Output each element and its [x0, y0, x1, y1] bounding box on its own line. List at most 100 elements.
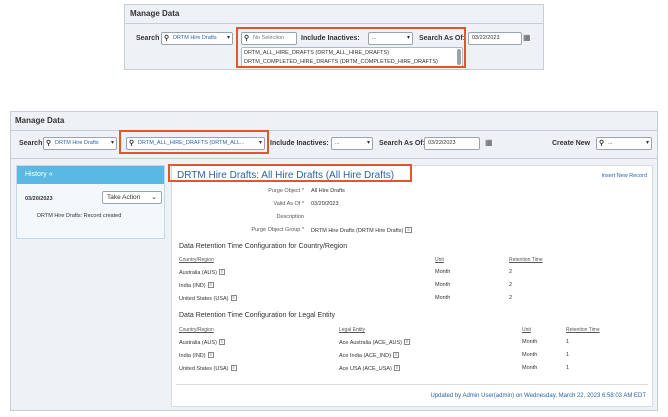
search-icon: ⚲	[164, 35, 170, 42]
divider	[176, 384, 648, 385]
include-inactives-label: Include Inactives:	[301, 35, 360, 42]
detail-icon[interactable]: ≡	[393, 365, 401, 371]
table-cell: India (IND) ≡	[179, 282, 214, 289]
table-cell: Australia (AUS) ≡	[179, 339, 226, 346]
detail-icon[interactable]: ≡	[207, 352, 214, 358]
object-search-value: No Selection	[253, 35, 285, 41]
search-label: Search	[136, 35, 160, 42]
field-label: Valid As Of *	[273, 201, 304, 207]
search-as-of-input[interactable]: 03/22/2023	[424, 137, 480, 150]
search-as-of-value: 03/22/2023	[472, 35, 500, 41]
history-record: DRTM Hire Drafts: Record created	[37, 213, 122, 219]
table-cell: Month	[522, 365, 538, 371]
page-title: Manage Data	[15, 116, 65, 125]
search-icon: ⚲	[46, 140, 52, 147]
divider	[125, 23, 543, 24]
include-inactives-select[interactable]: ... ▾	[368, 32, 413, 45]
field-value: All Hire Drafts	[311, 188, 345, 194]
table-cell: United States (USA) ≡	[179, 295, 237, 302]
history-header[interactable]: History «	[17, 166, 164, 184]
chevron-down-icon: ⌄	[151, 194, 157, 201]
table-cell: Month	[435, 269, 451, 275]
object-select[interactable]: ⚲ DRTM_ALL_HIRE_DRAFTS (DRTM_ALL... ▾	[126, 137, 265, 150]
take-action-button[interactable]: Take Action ⌄	[102, 191, 162, 204]
column-header: Country/Region	[179, 257, 214, 263]
column-header: Retention Time	[509, 257, 543, 263]
search-label: Search	[19, 140, 43, 147]
object-search-input[interactable]: ⚲ No Selection	[241, 32, 297, 45]
search-icon: ⚲	[599, 140, 605, 147]
chevron-down-icon: ▾	[226, 35, 230, 41]
chevron-down-icon: ▾	[258, 140, 262, 146]
include-inactives-value: ...	[372, 35, 377, 41]
search-as-of-label: Search As Of:	[379, 140, 426, 147]
field-label: Purge Object *	[268, 188, 304, 194]
field-label: Description	[276, 214, 304, 220]
detail-icon[interactable]: ≡	[405, 227, 412, 233]
section-title: Data Retention Time Configuration for Co…	[179, 243, 348, 250]
search-type-value: DRTM Hire Drafts	[173, 35, 217, 41]
record-detail-panel: DRTM Hire Drafts: All Hire Drafts (All H…	[171, 165, 653, 407]
search-icon: ⚲	[129, 140, 135, 147]
section-title: Data Retention Time Configuration for Le…	[179, 312, 336, 319]
top-manage-data-panel: Manage Data Search ⚲ DRTM Hire Drafts ▾ …	[124, 4, 544, 70]
table-cell: India (IND) ≡	[179, 352, 214, 359]
divider	[11, 158, 657, 159]
object-dropdown-list[interactable]: DRTM_ALL_HIRE_DRAFTS (DRTM_ALL_HIRE_DRAF…	[241, 47, 463, 67]
search-as-of-label: Search As Of:	[419, 35, 466, 42]
chevron-down-icon: ▾	[406, 35, 410, 41]
search-type-select[interactable]: ⚲ DRTM Hire Drafts ▾	[43, 137, 117, 150]
include-inactives-label: Include Inactives:	[270, 140, 329, 147]
table-cell: 1	[566, 352, 570, 358]
table-cell: 1	[566, 339, 570, 345]
main-manage-data-panel: Manage Data Search ⚲ DRTM Hire Drafts ▾ …	[10, 111, 658, 411]
table-cell: Month	[435, 282, 451, 288]
detail-icon[interactable]: ≡	[218, 269, 226, 275]
table-cell: Month	[522, 339, 538, 345]
search-as-of-input[interactable]: 03/22/2023	[468, 32, 522, 45]
create-new-value: ...	[608, 140, 613, 146]
table-cell: Australia (AUS) ≡	[179, 269, 226, 276]
last-updated-text: Updated by Admin User(admin) on Wednesda…	[430, 393, 646, 399]
take-action-label: Take Action	[107, 194, 141, 201]
search-as-of-value: 03/22/2023	[428, 140, 456, 146]
page-title: Manage Data	[130, 9, 180, 18]
dropdown-option[interactable]: DRTM_ALL_HIRE_DRAFTS (DRTM_ALL_HIRE_DRAF…	[244, 50, 389, 56]
divider	[11, 130, 657, 131]
detail-icon[interactable]: ≡	[403, 339, 411, 345]
create-new-select[interactable]: ⚲ ... ▾	[596, 137, 652, 150]
column-header: Unit	[435, 257, 444, 263]
detail-icon[interactable]: ≡	[392, 352, 400, 358]
table-cell: 2	[509, 295, 513, 301]
table-cell: Month	[522, 352, 538, 358]
table-cell: Ace USA (ACE_USA) ≡	[339, 365, 401, 372]
calendar-icon[interactable]: ▦	[485, 138, 493, 147]
dropdown-option[interactable]: DRTM_COMPLETED_HIRE_DRAFTS (DRTM_COMPLET…	[244, 59, 438, 65]
table-cell: 2	[509, 282, 513, 288]
table-cell: 1	[566, 365, 570, 371]
table-cell: Ace Australia (ACE_AUS) ≡	[339, 339, 411, 346]
insert-new-record-link[interactable]: Insert New Record	[601, 173, 647, 179]
include-inactives-value: ...	[335, 140, 340, 146]
search-type-value: DRTM Hire Drafts	[55, 140, 99, 146]
chevron-down-icon: ▾	[645, 140, 649, 146]
include-inactives-select[interactable]: ... ▾	[331, 137, 373, 150]
search-type-select[interactable]: ⚲ DRTM Hire Drafts ▾	[161, 32, 233, 45]
field-value: 03/20/2023	[311, 201, 339, 207]
column-header: Unit	[522, 327, 531, 333]
dropdown-scrollbar[interactable]	[457, 49, 461, 65]
column-header: Legal Entity	[339, 327, 366, 333]
column-header: Retention Time	[566, 327, 600, 333]
detail-icon[interactable]: ≡	[230, 365, 237, 371]
detail-icon[interactable]: ≡	[207, 282, 214, 288]
chevron-down-icon: ▾	[366, 140, 370, 146]
field-label: Purge Object Group *	[251, 227, 304, 233]
table-cell: Ace India (ACE_IND) ≡	[339, 352, 400, 359]
table-cell: Month	[435, 295, 451, 301]
detail-icon[interactable]: ≡	[218, 339, 226, 345]
detail-icon[interactable]: ≡	[230, 295, 237, 301]
search-icon: ⚲	[244, 35, 250, 42]
column-header: Country/Region	[179, 327, 214, 333]
object-select-value: DRTM_ALL_HIRE_DRAFTS (DRTM_ALL...	[138, 140, 245, 146]
calendar-icon[interactable]: ▦	[523, 33, 531, 42]
